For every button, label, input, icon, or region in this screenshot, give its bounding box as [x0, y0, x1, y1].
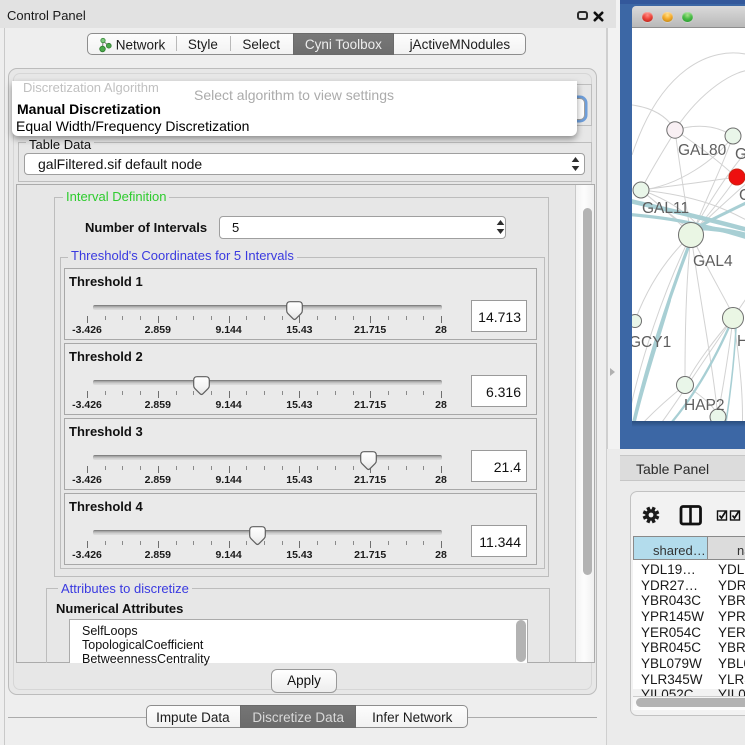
- svg-text:C: C: [739, 187, 745, 204]
- svg-text:HAP2: HAP2: [684, 397, 725, 414]
- svg-text:GCY1: GCY1: [632, 334, 671, 351]
- svg-text:GAL80: GAL80: [678, 142, 727, 159]
- svg-text:H: H: [737, 333, 745, 350]
- svg-text:G.: G.: [735, 146, 745, 163]
- svg-text:GAL11: GAL11: [642, 200, 689, 217]
- svg-text:GAL4: GAL4: [693, 253, 733, 270]
